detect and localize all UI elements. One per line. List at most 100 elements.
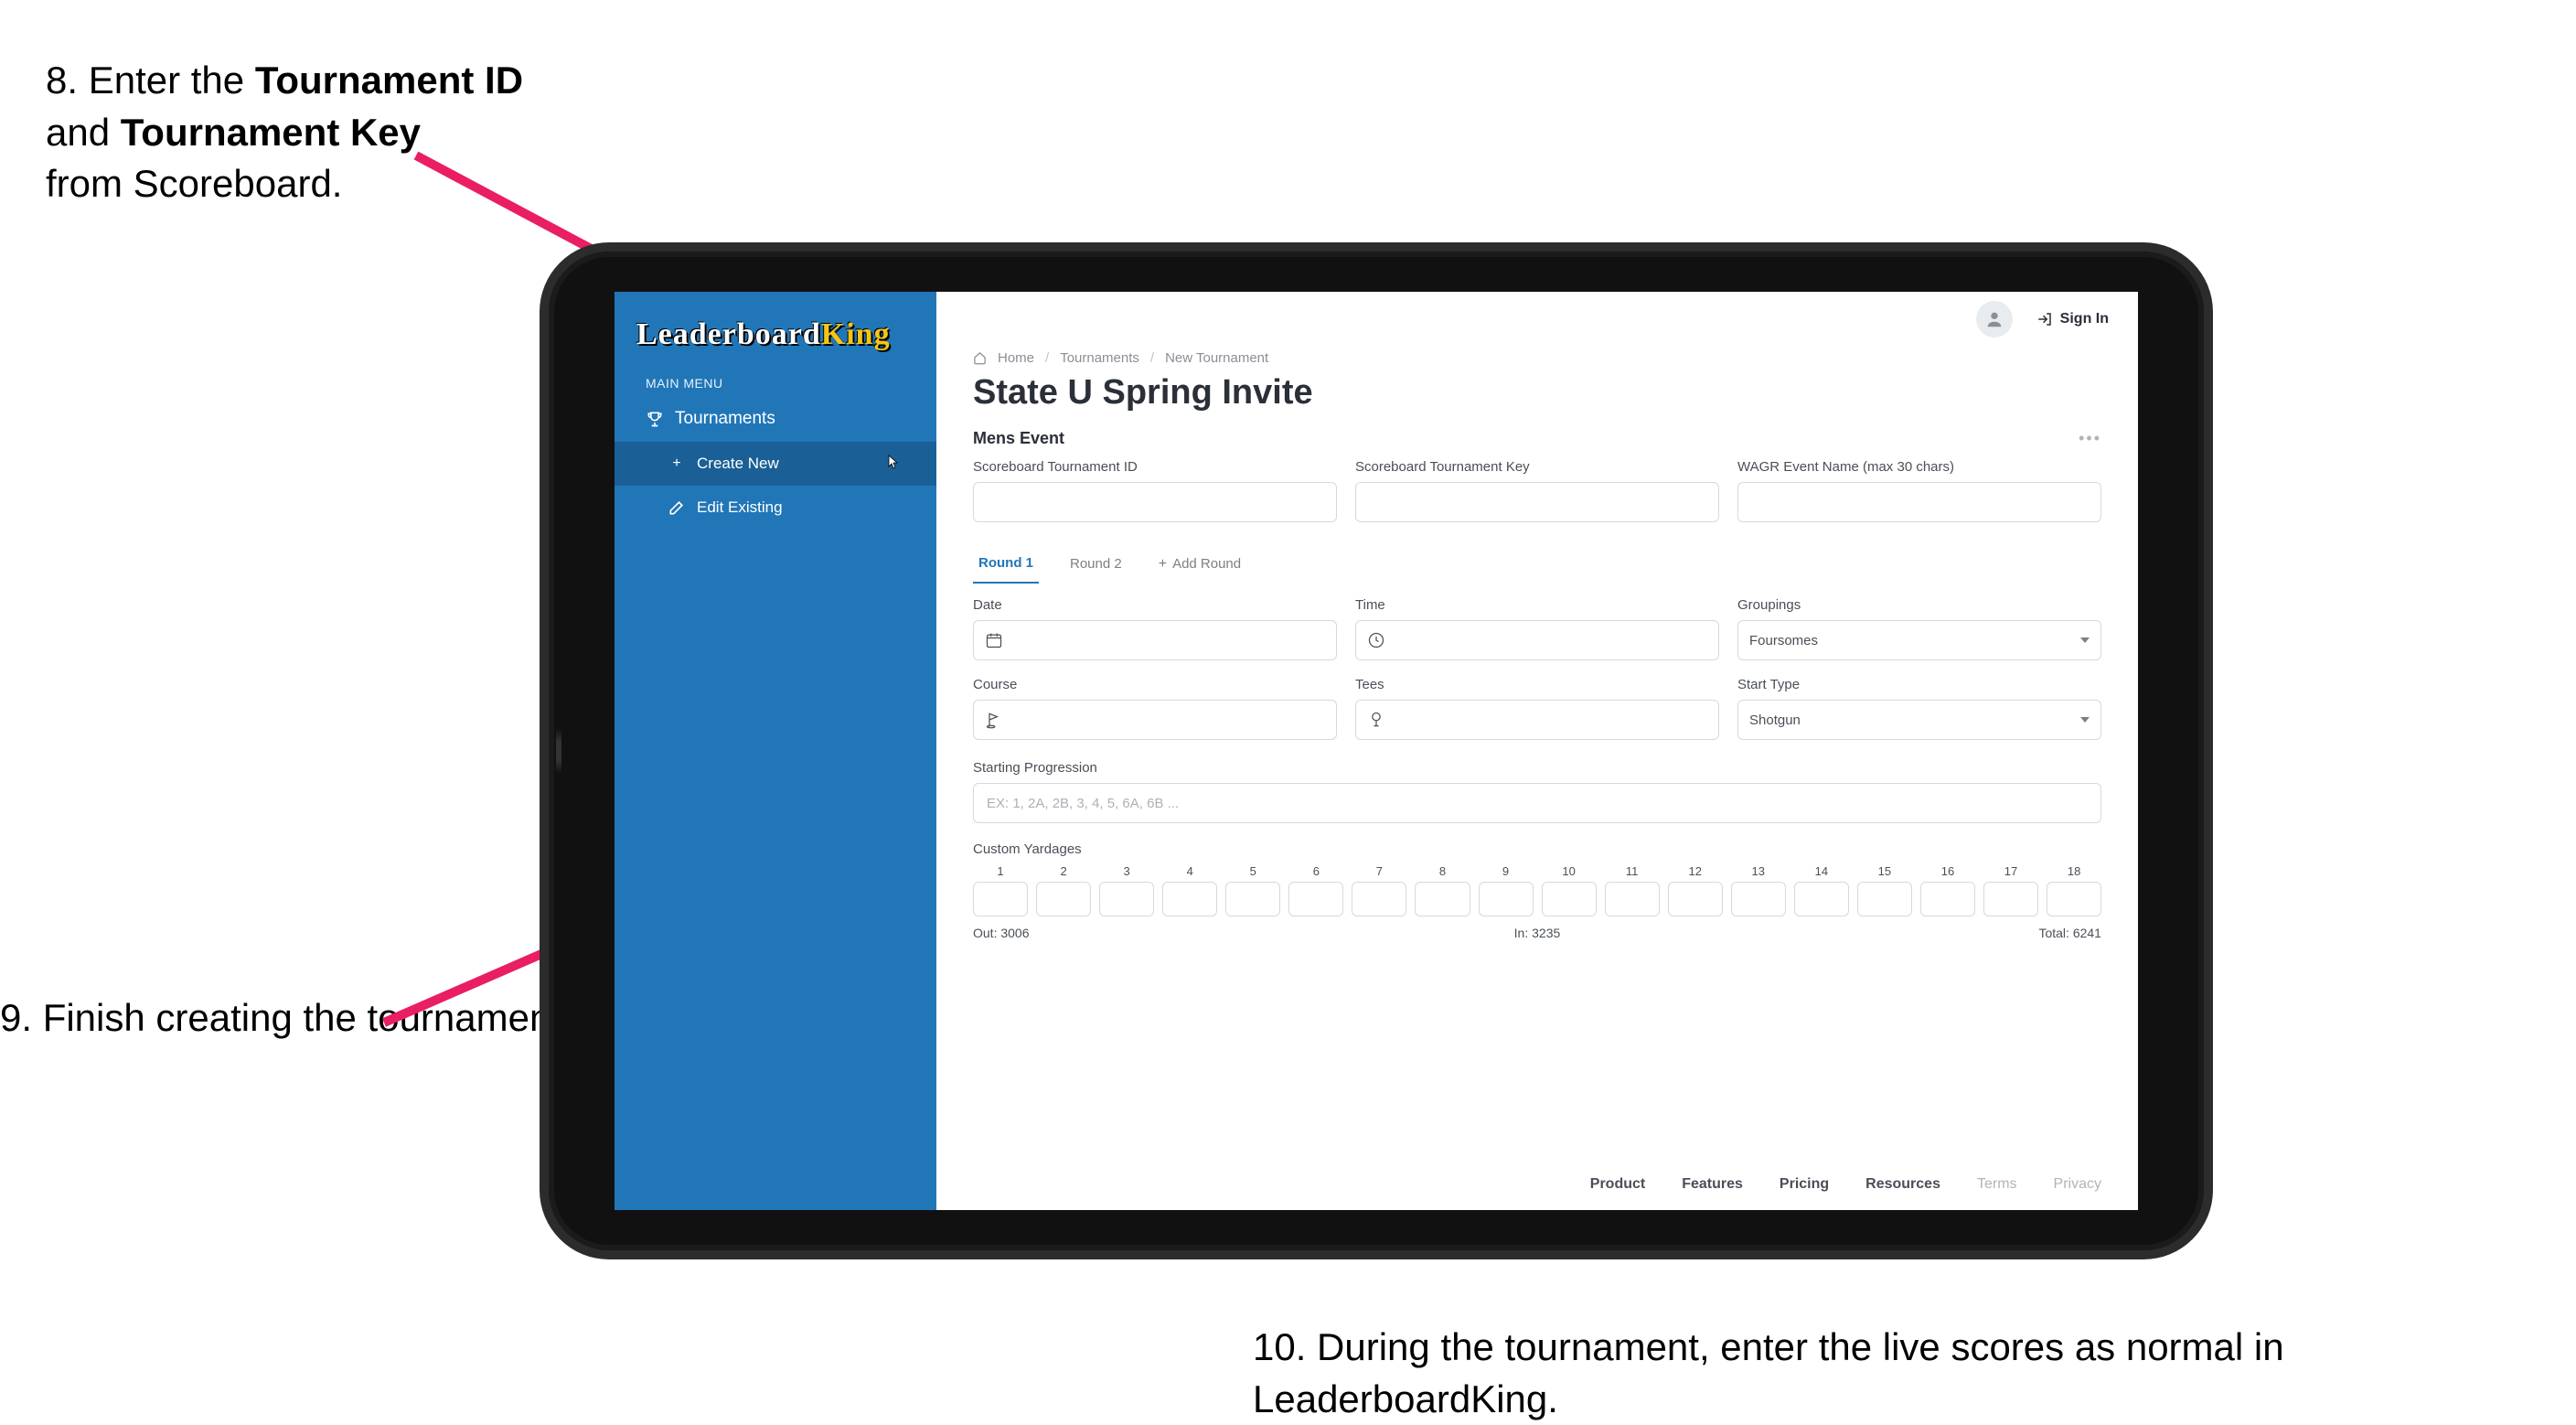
yardage-input[interactable] bbox=[1731, 882, 1786, 916]
yardage-input[interactable] bbox=[1099, 882, 1154, 916]
label-starting-progression: Starting Progression bbox=[973, 760, 2101, 776]
yardage-hole: 18 bbox=[2047, 864, 2101, 916]
label-date: Date bbox=[973, 597, 1337, 613]
yardage-hole: 10 bbox=[1542, 864, 1597, 916]
start-type-value: Shotgun bbox=[1749, 712, 1801, 728]
hole-number: 16 bbox=[1920, 864, 1975, 878]
yardage-hole: 9 bbox=[1479, 864, 1534, 916]
yardage-hole: 17 bbox=[1983, 864, 2038, 916]
yardage-hole: 3 bbox=[1099, 864, 1154, 916]
yardage-hole: 8 bbox=[1415, 864, 1470, 916]
sidebar-item-create-new[interactable]: + Create New bbox=[615, 442, 936, 486]
round-tabs: Round 1 Round 2 + Add Round bbox=[973, 546, 2101, 584]
yardage-input[interactable] bbox=[1415, 882, 1470, 916]
yardage-input[interactable] bbox=[1288, 882, 1343, 916]
yardage-holes-row: 123456789101112131415161718 bbox=[973, 864, 2101, 916]
label-scoreboard-key: Scoreboard Tournament Key bbox=[1355, 459, 1719, 475]
input-wagr[interactable] bbox=[1737, 482, 2101, 522]
yardage-input[interactable] bbox=[1605, 882, 1660, 916]
select-start-type[interactable]: Shotgun bbox=[1737, 700, 2101, 740]
field-scoreboard-id: Scoreboard Tournament ID bbox=[973, 459, 1337, 522]
tab-round-2[interactable]: Round 2 bbox=[1064, 547, 1128, 583]
footer-resources[interactable]: Resources bbox=[1865, 1176, 1940, 1193]
sign-in-button[interactable]: Sign In bbox=[2036, 311, 2109, 327]
yardage-hole: 4 bbox=[1162, 864, 1217, 916]
input-starting-progression[interactable]: EX: 1, 2A, 2B, 3, 4, 5, 6A, 6B ... bbox=[973, 783, 2101, 823]
breadcrumb-tournaments[interactable]: Tournaments bbox=[1060, 350, 1139, 366]
custom-yardages-section: Custom Yardages 123456789101112131415161… bbox=[973, 841, 2101, 940]
yardage-input[interactable] bbox=[973, 882, 1028, 916]
label-tees: Tees bbox=[1355, 677, 1719, 692]
section-header: Mens Event ••• bbox=[973, 429, 2101, 448]
yardage-input[interactable] bbox=[1983, 882, 2038, 916]
sidebar-menu-label: MAIN MENU bbox=[615, 370, 936, 396]
avatar[interactable] bbox=[1976, 301, 2013, 338]
field-wagr: WAGR Event Name (max 30 chars) bbox=[1737, 459, 2101, 522]
hole-number: 17 bbox=[1983, 864, 2038, 878]
hole-number: 11 bbox=[1605, 864, 1660, 878]
yardage-input[interactable] bbox=[1920, 882, 1975, 916]
yardage-hole: 16 bbox=[1920, 864, 1975, 916]
topbar: Sign In bbox=[936, 292, 2138, 347]
form-content: Home / Tournaments / New Tournament Stat… bbox=[936, 347, 2138, 1159]
app-logo: LeaderboardKing bbox=[615, 303, 936, 370]
trophy-icon bbox=[646, 410, 664, 428]
yardage-input[interactable] bbox=[1794, 882, 1849, 916]
input-tees[interactable] bbox=[1355, 700, 1719, 740]
yardage-input[interactable] bbox=[2047, 882, 2101, 916]
label-groupings: Groupings bbox=[1737, 597, 2101, 613]
label-time: Time bbox=[1355, 597, 1719, 613]
field-groupings: Groupings Foursomes bbox=[1737, 597, 2101, 660]
yardage-input[interactable] bbox=[1479, 882, 1534, 916]
footer-privacy[interactable]: Privacy bbox=[2054, 1176, 2101, 1193]
footer-links: Product Features Pricing Resources Terms… bbox=[936, 1159, 2138, 1210]
breadcrumb: Home / Tournaments / New Tournament bbox=[973, 350, 2101, 366]
tee-icon bbox=[1367, 711, 1385, 729]
yardage-input[interactable] bbox=[1162, 882, 1217, 916]
input-scoreboard-id[interactable] bbox=[973, 482, 1337, 522]
hole-number: 18 bbox=[2047, 864, 2101, 878]
tab-round-1[interactable]: Round 1 bbox=[973, 546, 1039, 584]
hole-number: 3 bbox=[1099, 864, 1154, 878]
section-menu-icon[interactable]: ••• bbox=[2079, 429, 2101, 448]
footer-pricing[interactable]: Pricing bbox=[1780, 1176, 1829, 1193]
sign-in-label: Sign In bbox=[2060, 311, 2109, 327]
select-groupings[interactable]: Foursomes bbox=[1737, 620, 2101, 660]
yardage-hole: 6 bbox=[1288, 864, 1343, 916]
input-date[interactable] bbox=[973, 620, 1337, 660]
breadcrumb-home[interactable]: Home bbox=[998, 350, 1034, 366]
edit-icon bbox=[668, 498, 686, 517]
page-title: State U Spring Invite bbox=[973, 373, 2101, 412]
input-course[interactable] bbox=[973, 700, 1337, 740]
breadcrumb-new-tournament: New Tournament bbox=[1165, 350, 1268, 366]
sidebar-item-tournaments[interactable]: Tournaments bbox=[615, 396, 936, 442]
instruction-step-8: 8. Enter the Tournament ID and Tournamen… bbox=[46, 55, 523, 210]
yardage-input[interactable] bbox=[1225, 882, 1280, 916]
footer-terms[interactable]: Terms bbox=[1977, 1176, 2017, 1193]
field-scoreboard-key: Scoreboard Tournament Key bbox=[1355, 459, 1719, 522]
calendar-icon bbox=[985, 631, 1003, 649]
sidebar-item-label: Edit Existing bbox=[697, 498, 783, 517]
label-start-type: Start Type bbox=[1737, 677, 2101, 692]
sidebar: LeaderboardKing MAIN MENU Tournaments + … bbox=[615, 292, 936, 1210]
sidebar-item-edit-existing[interactable]: Edit Existing bbox=[615, 486, 936, 530]
yardage-input[interactable] bbox=[1542, 882, 1597, 916]
input-scoreboard-key[interactable] bbox=[1355, 482, 1719, 522]
yardage-input[interactable] bbox=[1352, 882, 1406, 916]
yardage-hole: 14 bbox=[1794, 864, 1849, 916]
clock-icon bbox=[1367, 631, 1385, 649]
signin-arrow-icon bbox=[2036, 311, 2053, 327]
starting-placeholder: EX: 1, 2A, 2B, 3, 4, 5, 6A, 6B ... bbox=[987, 796, 1179, 811]
yardage-input[interactable] bbox=[1036, 882, 1091, 916]
tab-add-round[interactable]: + Add Round bbox=[1153, 547, 1246, 584]
hole-number: 10 bbox=[1542, 864, 1597, 878]
input-time[interactable] bbox=[1355, 620, 1719, 660]
hole-number: 14 bbox=[1794, 864, 1849, 878]
footer-features[interactable]: Features bbox=[1682, 1176, 1743, 1193]
home-icon bbox=[973, 351, 987, 365]
yardage-input[interactable] bbox=[1857, 882, 1912, 916]
yardage-input[interactable] bbox=[1668, 882, 1723, 916]
field-course: Course bbox=[973, 677, 1337, 740]
yardage-hole: 2 bbox=[1036, 864, 1091, 916]
footer-product[interactable]: Product bbox=[1590, 1176, 1645, 1193]
